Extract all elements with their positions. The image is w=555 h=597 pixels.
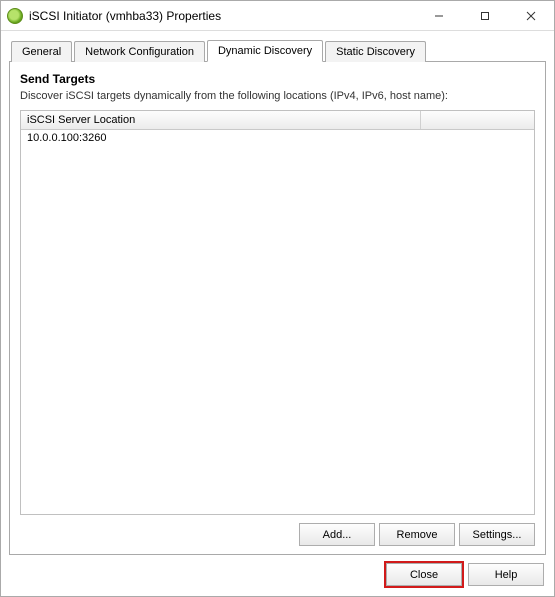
dialog-button-row: Close Help <box>9 555 546 588</box>
section-title: Send Targets <box>20 72 535 86</box>
add-button[interactable]: Add... <box>299 523 375 546</box>
grid-body: 10.0.0.100:3260 <box>21 130 534 514</box>
content-area: General Network Configuration Dynamic Di… <box>1 31 554 596</box>
app-icon <box>7 8 23 24</box>
tabstrip: General Network Configuration Dynamic Di… <box>9 39 546 61</box>
column-header-spacer <box>421 111 534 129</box>
tab-general[interactable]: General <box>11 41 72 62</box>
table-row[interactable]: 10.0.0.100:3260 <box>21 130 534 147</box>
window-title: iSCSI Initiator (vmhba33) Properties <box>29 9 416 23</box>
help-button[interactable]: Help <box>468 563 544 586</box>
maximize-button[interactable] <box>462 1 508 30</box>
tab-dynamic-discovery[interactable]: Dynamic Discovery <box>207 40 323 62</box>
targets-grid[interactable]: iSCSI Server Location 10.0.0.100:3260 <box>20 110 535 515</box>
section-description: Discover iSCSI targets dynamically from … <box>20 90 535 102</box>
tab-static-discovery[interactable]: Static Discovery <box>325 41 426 62</box>
minimize-button[interactable] <box>416 1 462 30</box>
close-window-button[interactable] <box>508 1 554 30</box>
grid-header: iSCSI Server Location <box>21 111 534 130</box>
settings-button[interactable]: Settings... <box>459 523 535 546</box>
remove-button[interactable]: Remove <box>379 523 455 546</box>
close-button[interactable]: Close <box>386 563 462 586</box>
tabpanel-dynamic-discovery: Send Targets Discover iSCSI targets dyna… <box>9 61 546 555</box>
titlebar: iSCSI Initiator (vmhba33) Properties <box>1 1 554 31</box>
panel-button-row: Add... Remove Settings... <box>20 515 535 546</box>
window-controls <box>416 1 554 30</box>
cell-spacer <box>421 130 534 146</box>
tab-network-configuration[interactable]: Network Configuration <box>74 41 205 62</box>
cell-location: 10.0.0.100:3260 <box>21 130 421 146</box>
column-header-location[interactable]: iSCSI Server Location <box>21 111 421 129</box>
